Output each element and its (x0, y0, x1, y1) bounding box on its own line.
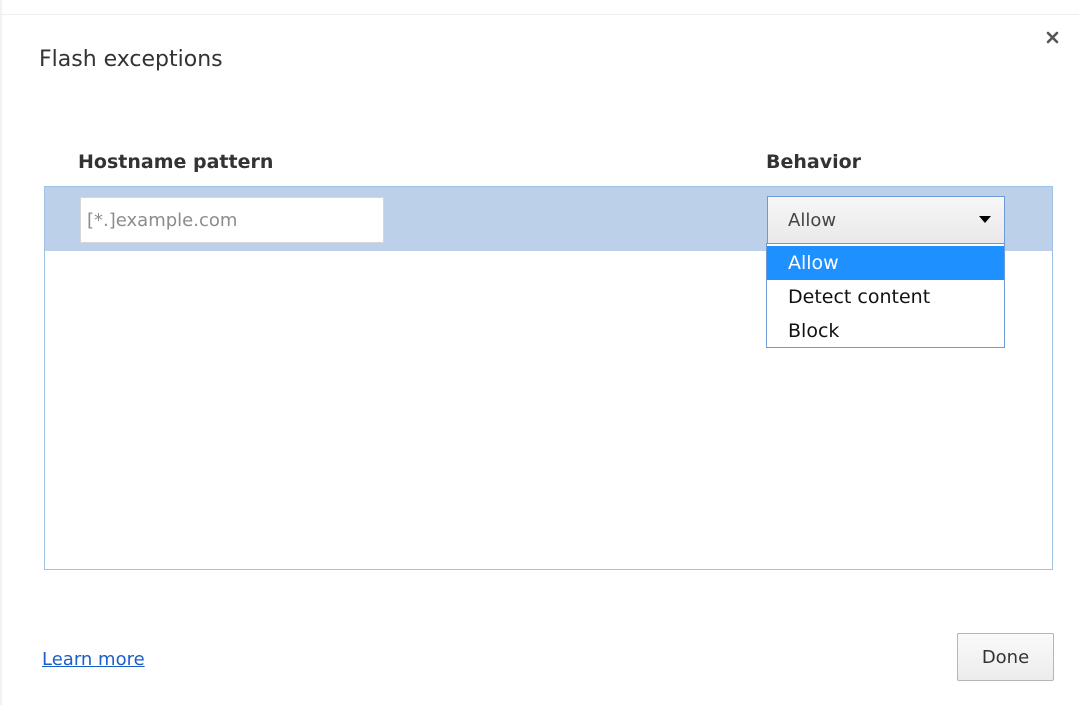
hostname-input[interactable] (80, 197, 384, 243)
hostname-column-header: Hostname pattern (78, 151, 274, 173)
learn-more-link[interactable]: Learn more (42, 649, 145, 670)
behavior-option-detect-content[interactable]: Detect content (767, 280, 1004, 314)
dialog-title: Flash exceptions (39, 47, 223, 72)
behavior-option-block[interactable]: Block (767, 314, 1004, 348)
chevron-down-icon (979, 216, 991, 223)
behavior-select[interactable]: Allow (767, 196, 1005, 244)
dialog-top-edge (0, 0, 1079, 15)
behavior-dropdown-menu: Allow Detect content Block (766, 243, 1005, 348)
close-icon[interactable] (1043, 28, 1065, 50)
flash-exceptions-dialog: Flash exceptions Hostname pattern Behavi… (0, 0, 1079, 705)
behavior-column-header: Behavior (766, 151, 862, 173)
behavior-select-value: Allow (788, 210, 837, 231)
done-button[interactable]: Done (957, 633, 1054, 681)
dialog-left-edge (0, 0, 2, 705)
new-exception-row[interactable]: Allow (45, 187, 1052, 251)
behavior-option-allow[interactable]: Allow (767, 246, 1004, 280)
